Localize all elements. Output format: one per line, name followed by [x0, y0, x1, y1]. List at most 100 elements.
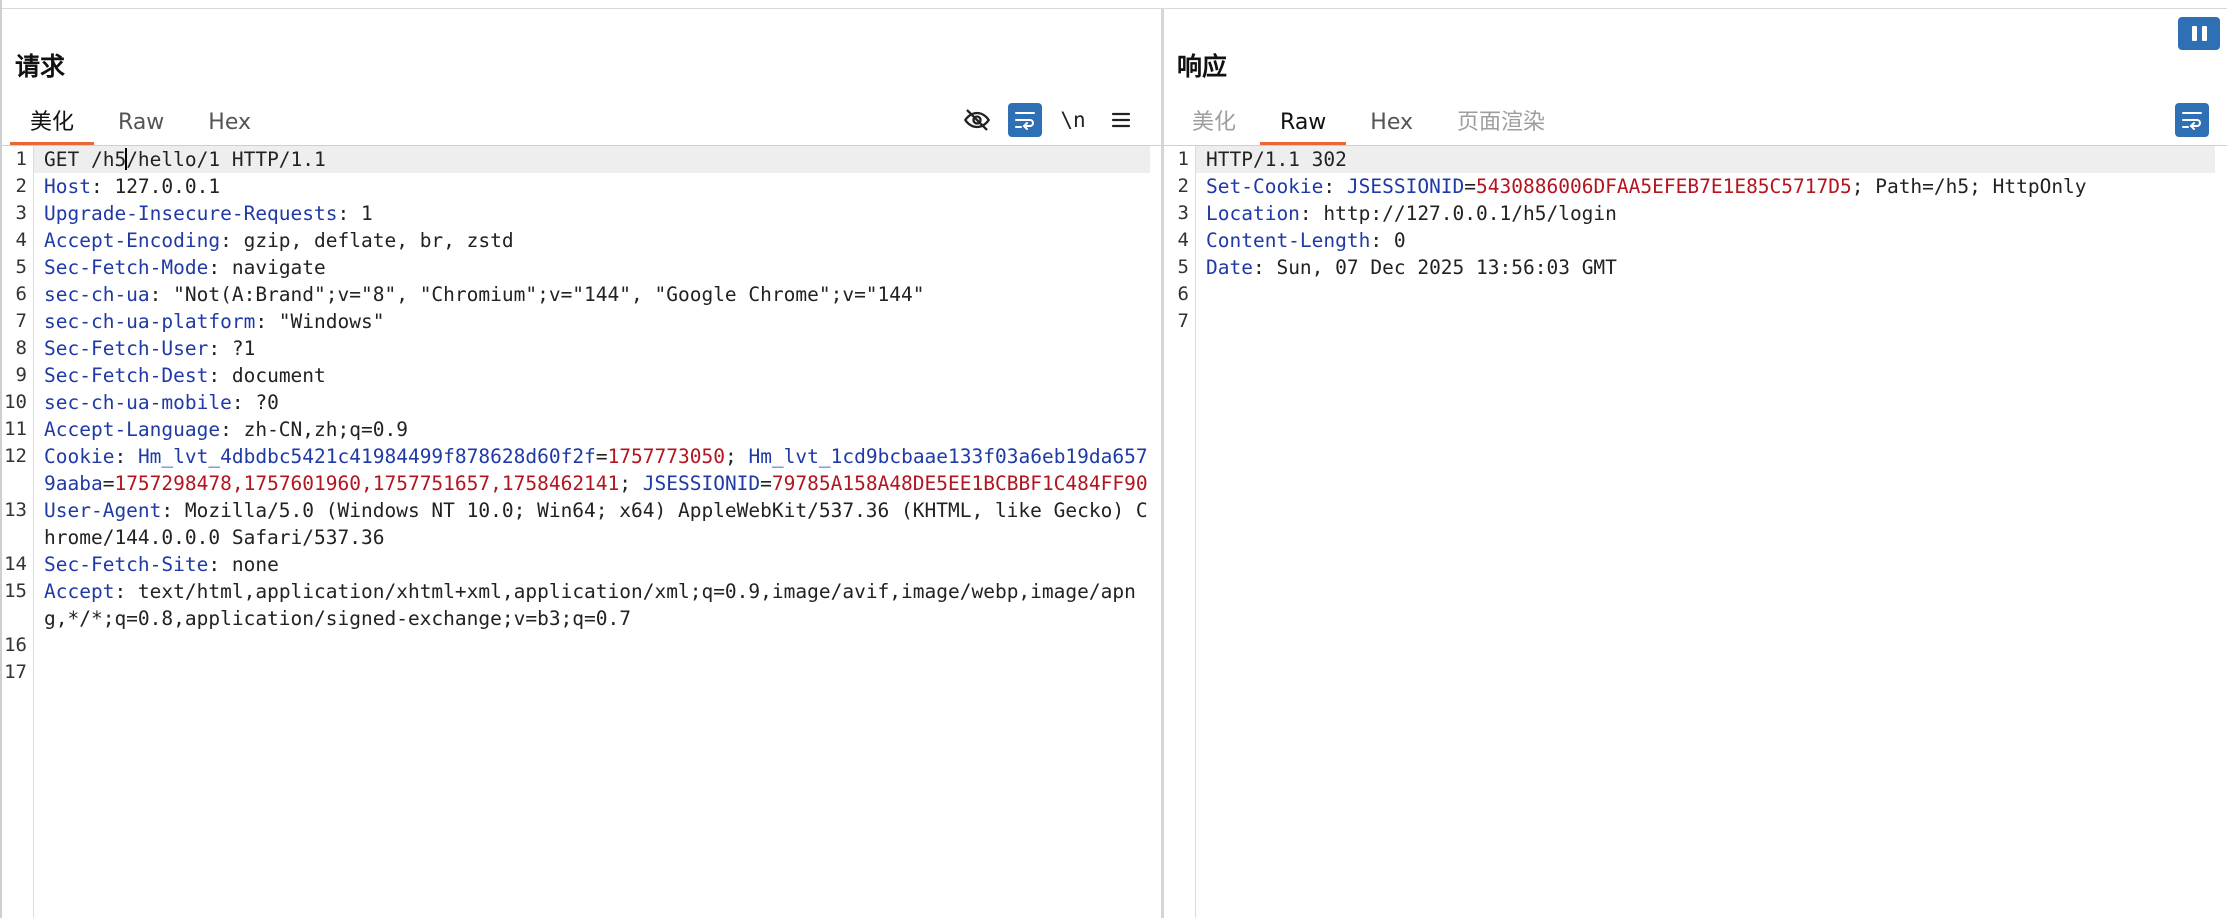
code-text: sec-ch-ua: "Not(A:Brand";v="8", "Chromiu…	[34, 281, 1150, 308]
token-value: 1757298478,1757601960,1757751657,1758462…	[114, 472, 620, 495]
code-text: Cookie: Hm_lvt_4dbdbc5421c41984499f87862…	[34, 443, 1150, 497]
code-line: 7 sec-ch-ua-platform: "Windows"	[2, 308, 1162, 335]
token-value: : Mozilla/5.0 (Windows NT 10.0; Win64; x…	[44, 499, 1148, 549]
response-editor[interactable]: 1 HTTP/1.1 302 2 Set-Cookie: JSESSIONID=543…	[1164, 146, 2227, 918]
code-line: 1 GET /h5/hello/1 HTTP/1.1	[2, 146, 1162, 173]
token-value: : Sun, 07 Dec 2025 13:56:03 GMT	[1252, 256, 1617, 279]
request-editor[interactable]: 1 GET /h5/hello/1 HTTP/1.1 2 Host: 127.0.0.…	[2, 146, 1162, 918]
code-line: 13 User-Agent: Mozilla/5.0 (Windows NT 10…	[2, 497, 1162, 551]
line-number: 7	[1177, 310, 1189, 332]
token-value: =	[102, 472, 115, 495]
token-value: 1757773050	[607, 445, 725, 468]
line-number: 2	[1177, 175, 1189, 197]
code-line: 17	[2, 659, 1162, 686]
token-key: JSESSIONID	[1346, 175, 1465, 198]
line-number: 13	[4, 499, 27, 521]
code-text: Sec-Fetch-Site: none	[34, 551, 1150, 578]
code-text: HTTP/1.1 302	[1196, 146, 2215, 173]
token-value: :	[114, 445, 138, 468]
code-line: 16	[2, 632, 1162, 659]
token-value: : document	[208, 364, 326, 387]
tab-raw[interactable]: Raw	[1258, 101, 1348, 145]
code-line: 9 Sec-Fetch-Dest: document	[2, 362, 1162, 389]
code-line: 10 sec-ch-ua-mobile: ?0	[2, 389, 1162, 416]
tab-render[interactable]: 页面渲染	[1435, 101, 1567, 145]
token-key: Content-Length	[1206, 229, 1371, 252]
code-text: Date: Sun, 07 Dec 2025 13:56:03 GMT	[1196, 254, 2215, 281]
newline-toggle-button[interactable]: \n	[1056, 103, 1090, 137]
line-number: 2	[15, 175, 27, 197]
response-title: 响应	[1177, 52, 1228, 81]
response-lines: 1 HTTP/1.1 302 2 Set-Cookie: JSESSIONID=543…	[1164, 146, 2227, 335]
token-key: sec-ch-ua-mobile	[44, 391, 232, 414]
token-value: HTTP/1.1 302	[1206, 148, 1347, 171]
token-value: : navigate	[208, 256, 326, 279]
token-key: Accept	[44, 580, 115, 603]
token-key: Date	[1206, 256, 1253, 279]
code-line: 6	[1164, 281, 2227, 308]
line-number: 16	[4, 634, 27, 656]
line-number: 9	[15, 364, 27, 386]
request-lines: 1 GET /h5/hello/1 HTTP/1.1 2 Host: 127.0.0.…	[2, 146, 1162, 686]
code-line: 2 Host: 127.0.0.1	[2, 173, 1162, 200]
line-number: 4	[15, 229, 27, 251]
code-line: 4 Content-Length: 0	[1164, 227, 2227, 254]
line-number: 8	[15, 337, 27, 359]
line-number: 17	[4, 661, 27, 683]
code-line: 15 Accept: text/html,application/xhtml+xm…	[2, 578, 1162, 632]
code-text: sec-ch-ua-platform: "Windows"	[34, 308, 1150, 335]
token-value: GET /h5	[44, 148, 127, 171]
token-key: Location	[1206, 202, 1300, 225]
token-value: =	[1464, 175, 1477, 198]
token-value: ; Path=/h5; HttpOnly	[1851, 175, 2087, 198]
request-pane: 请求 美化 Raw Hex \n 1 GET /h5/hello/1 HTTP/…	[2, 9, 1162, 918]
hamburger-menu-icon[interactable]	[1104, 103, 1138, 137]
line-number: 5	[15, 256, 27, 278]
token-value: : 0	[1370, 229, 1406, 252]
word-wrap-icon[interactable]	[1008, 103, 1042, 137]
token-value: : "Windows"	[255, 310, 385, 333]
tab-pretty[interactable]: 美化	[1170, 101, 1258, 145]
code-line: 7	[1164, 308, 2227, 335]
token-value: : zh-CN,zh;q=0.9	[220, 418, 408, 441]
code-text: User-Agent: Mozilla/5.0 (Windows NT 10.0…	[34, 497, 1150, 551]
pause-icon[interactable]	[2178, 17, 2220, 50]
response-pane: 响应 美化 Raw Hex 页面渲染 1 HTTP/1.1 302 2 Set-Coo…	[1164, 9, 2227, 918]
tab-pretty[interactable]: 美化	[8, 101, 96, 145]
code-line: 12 Cookie: Hm_lvt_4dbdbc5421c41984499f878…	[2, 443, 1162, 497]
line-number: 4	[1177, 229, 1189, 251]
token-key: Sec-Fetch-User	[44, 337, 209, 360]
code-line: 2 Set-Cookie: JSESSIONID=5430886006DFAA5E…	[1164, 173, 2227, 200]
line-number: 5	[1177, 256, 1189, 278]
token-key: Set-Cookie	[1206, 175, 1324, 198]
line-number: 1	[1177, 148, 1189, 170]
tab-hex[interactable]: Hex	[1348, 101, 1435, 145]
code-text: Upgrade-Insecure-Requests: 1	[34, 200, 1150, 227]
token-value: =	[760, 472, 772, 495]
code-line: 5 Sec-Fetch-Mode: navigate	[2, 254, 1162, 281]
token-value: : none	[208, 553, 279, 576]
token-value: : "Not(A:Brand";v="8", "Chromium";v="144…	[149, 283, 925, 306]
tab-raw[interactable]: Raw	[96, 101, 186, 145]
token-value: =	[595, 445, 608, 468]
token-value: ;	[619, 472, 643, 495]
eye-slash-icon[interactable]	[960, 103, 994, 137]
code-line: 1 HTTP/1.1 302	[1164, 146, 2227, 173]
response-toolbar	[2175, 103, 2209, 137]
token-value: ;	[724, 445, 749, 468]
line-number: 14	[4, 553, 27, 575]
token-value: /hello/1 HTTP/1.1	[126, 148, 326, 171]
line-number: 7	[15, 310, 27, 332]
token-key: Accept-Language	[44, 418, 221, 441]
tab-hex[interactable]: Hex	[186, 101, 273, 145]
response-tabs: 美化 Raw Hex 页面渲染	[1170, 101, 1567, 145]
token-value: 5430886006DFAA5EFEB7E1E85C5717D5	[1476, 175, 1852, 198]
word-wrap-icon[interactable]	[2175, 103, 2209, 137]
token-value: : 1	[337, 202, 373, 225]
token-key: Hm_lvt_4dbdbc5421c41984499f878628d60f2f	[137, 445, 596, 468]
request-title: 请求	[15, 52, 66, 81]
token-key: Accept-Encoding	[44, 229, 221, 252]
